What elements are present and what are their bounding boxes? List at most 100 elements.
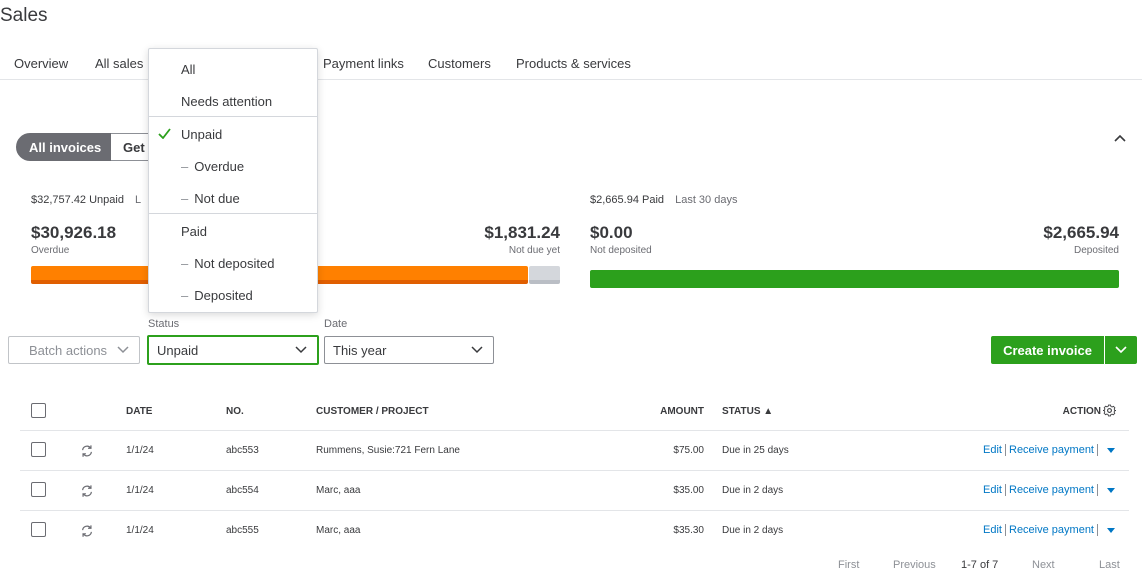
column-header-customer[interactable]: CUSTOMER / PROJECT [316,406,429,417]
chevron-down-icon [295,346,307,354]
table-divider [20,430,1129,431]
row-number: abc555 [226,525,259,536]
create-invoice-menu-button[interactable] [1105,336,1137,364]
edit-link[interactable]: Edit [983,524,1002,536]
unpaid-period: L [135,194,142,206]
row-checkbox[interactable] [31,482,46,497]
status-option-label: Not deposited [194,255,275,271]
status-option-needs-attention[interactable]: Needs attention [149,86,317,116]
row-customer: Marc, aaa [316,525,361,536]
status-option-unpaid[interactable]: Unpaid [149,119,317,149]
row-actions: Edit Receive payment [983,484,1115,496]
date-field-label: Date [324,318,348,330]
status-option-label: Not due [194,190,240,206]
paid-total: $2,665.94 Paid [590,194,665,206]
select-all-checkbox[interactable] [31,403,46,418]
all-invoices-button[interactable]: All invoices [16,133,111,161]
status-dropdown-menu: All Needs attention Unpaid – Overdue – N… [148,48,318,313]
status-option-all[interactable]: All [149,54,317,84]
row-number: abc554 [226,485,259,496]
overdue-label: Overdue [31,245,70,256]
more-actions-caret-icon[interactable] [1107,447,1115,453]
row-customer: Rummens, Susie:721 Fern Lane [316,445,460,456]
status-select[interactable]: Unpaid [147,335,319,365]
row-amount: $35.00 [673,485,704,496]
recurring-icon [82,445,92,457]
row-actions: Edit Receive payment [983,444,1115,456]
row-checkbox[interactable] [31,442,46,457]
tab-customers[interactable]: Customers [428,56,491,71]
action-separator [1005,524,1006,536]
deposited-label: Deposited [1073,245,1119,256]
row-date: 1/1/24 [126,445,154,456]
chevron-down-icon [471,346,483,354]
status-option-label: Paid [181,223,208,239]
pagination-first[interactable]: First [838,559,859,571]
batch-actions-label: Batch actions [29,342,108,358]
status-select-value: Unpaid [157,342,199,358]
edit-link[interactable]: Edit [983,444,1002,456]
chevron-down-icon [1115,346,1127,354]
column-header-status[interactable]: STATUS ▲ [722,406,773,417]
row-status: Due in 25 days [722,445,789,456]
status-option-not-deposited[interactable]: – Not deposited [149,248,317,278]
recurring-icon [82,485,92,497]
column-header-no[interactable]: NO. [226,406,244,417]
column-header-amount[interactable]: AMOUNT [660,406,704,417]
column-header-date[interactable]: DATE [126,406,152,417]
row-customer: Marc, aaa [316,485,361,496]
action-separator [1097,484,1098,496]
status-option-label: Deposited [194,287,253,303]
receive-payment-link[interactable]: Receive payment [1009,524,1094,536]
more-actions-caret-icon[interactable] [1107,487,1115,493]
row-number: abc553 [226,445,259,456]
action-separator [1005,444,1006,456]
deposited-bar[interactable] [590,270,1119,288]
status-option-overdue[interactable]: – Overdue [149,151,317,181]
tab-all-sales[interactable]: All sales [95,56,143,71]
status-option-deposited[interactable]: – Deposited [149,280,317,310]
create-invoice-button[interactable]: Create invoice [991,336,1104,364]
tab-products-services[interactable]: Products & services [516,56,631,71]
edit-link[interactable]: Edit [983,484,1002,496]
date-select[interactable]: This year [324,336,494,364]
status-option-label: Unpaid [181,126,223,142]
not-deposited-amount[interactable]: $0.00 [590,223,633,243]
receive-payment-link[interactable]: Receive payment [1009,444,1094,456]
deposited-amount[interactable]: $2,665.94 [1043,223,1119,243]
row-checkbox[interactable] [31,522,46,537]
collapse-chevron-up-icon[interactable] [1113,131,1127,145]
chevron-down-icon [117,346,129,354]
gear-icon[interactable] [1103,404,1116,417]
pagination-next[interactable]: Next [1032,559,1055,571]
status-option-not-due[interactable]: – Not due [149,183,317,213]
not-due-bar[interactable] [529,266,560,284]
table-divider [20,510,1129,511]
status-field-label: Status [148,318,180,330]
status-option-paid[interactable]: Paid [149,216,317,246]
tab-overview[interactable]: Overview [14,56,68,71]
row-status: Due in 2 days [722,485,784,496]
indent-dash: – [181,287,189,303]
paid-summary-headline: $2,665.94 Paid Last 30 days [590,194,737,206]
not-due-amount[interactable]: $1,831.24 [484,223,560,243]
unpaid-summary-headline: $32,757.42 Unpaid L [31,194,141,206]
batch-actions-dropdown[interactable]: Batch actions [8,336,140,364]
tab-payment-links[interactable]: Payment links [323,56,404,71]
row-actions: Edit Receive payment [983,524,1115,536]
unpaid-total: $32,757.42 Unpaid [31,194,124,206]
pagination-range: 1-7 of 7 [961,559,999,571]
pagination-last[interactable]: Last [1099,559,1120,571]
indent-dash: – [181,255,189,271]
not-due-label: Not due yet [508,245,560,256]
row-amount: $75.00 [673,445,704,456]
status-option-label: All [181,61,196,77]
action-separator [1097,444,1098,456]
overdue-amount[interactable]: $30,926.18 [31,223,116,243]
action-separator [1097,524,1098,536]
action-separator [1005,484,1006,496]
date-select-value: This year [333,342,387,358]
more-actions-caret-icon[interactable] [1107,527,1115,533]
receive-payment-link[interactable]: Receive payment [1009,484,1094,496]
pagination-previous[interactable]: Previous [893,559,936,571]
